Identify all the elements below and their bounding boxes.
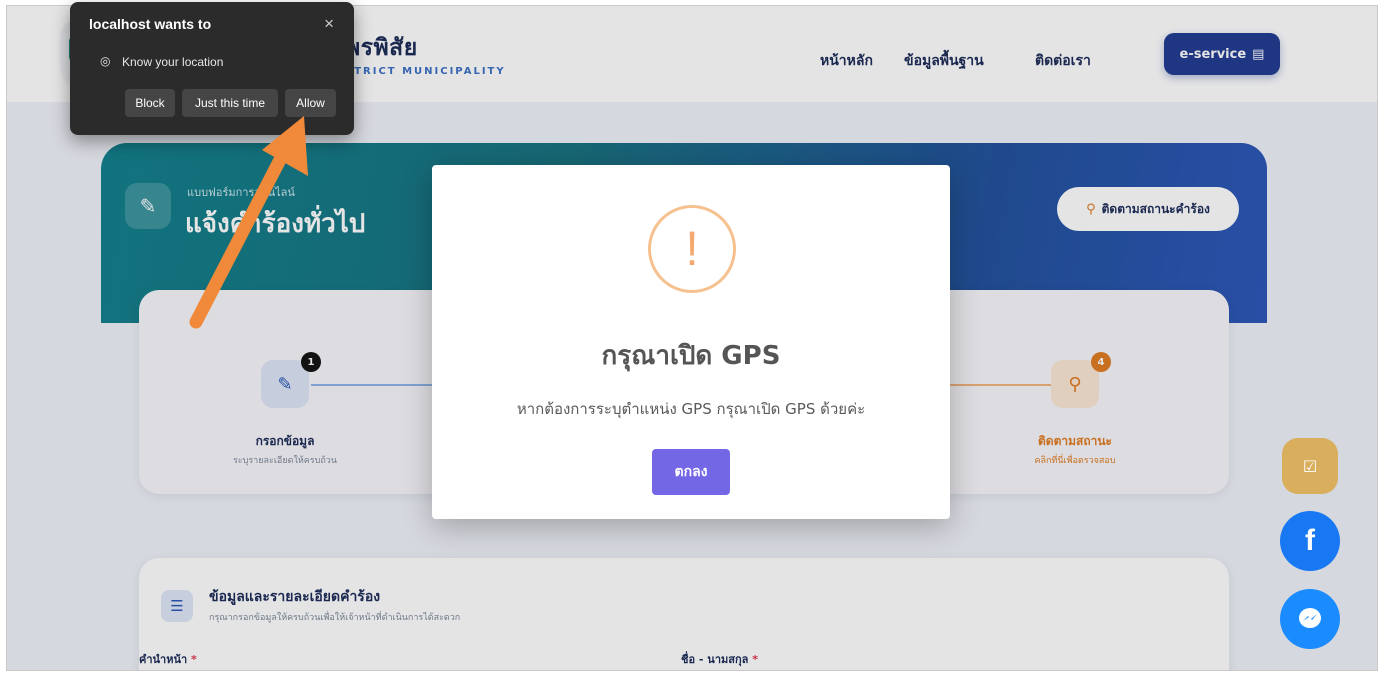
just-this-time-button[interactable]: Just this time bbox=[182, 89, 278, 117]
facebook-icon: f bbox=[1305, 524, 1315, 557]
modal-message: หากต้องการระบุตำแหน่ง GPS กรุณาเปิด GPS … bbox=[516, 400, 866, 418]
clipboard-check-button[interactable]: ☑ bbox=[1282, 438, 1338, 494]
clipboard-check-icon: ☑ bbox=[1302, 456, 1318, 476]
allow-button[interactable]: Allow bbox=[285, 89, 336, 117]
close-icon[interactable]: × bbox=[324, 14, 334, 34]
facebook-button[interactable]: f bbox=[1280, 511, 1340, 571]
messenger-icon bbox=[1299, 608, 1321, 628]
modal-title: กรุณาเปิด GPS bbox=[601, 341, 781, 371]
permission-request: Know your location bbox=[122, 55, 224, 69]
ok-button[interactable]: ตกลง bbox=[652, 449, 730, 495]
location-pin-icon: ◎ bbox=[100, 54, 111, 68]
warning-icon: ! bbox=[648, 205, 736, 293]
messenger-button[interactable] bbox=[1280, 589, 1340, 649]
block-button[interactable]: Block bbox=[125, 89, 175, 117]
gps-alert-modal: ! กรุณาเปิด GPS หากต้องการระบุตำแหน่ง GP… bbox=[432, 165, 950, 519]
permission-title: localhost wants to bbox=[89, 16, 212, 32]
location-permission-popup: localhost wants to × ◎ Know your locatio… bbox=[70, 2, 354, 135]
